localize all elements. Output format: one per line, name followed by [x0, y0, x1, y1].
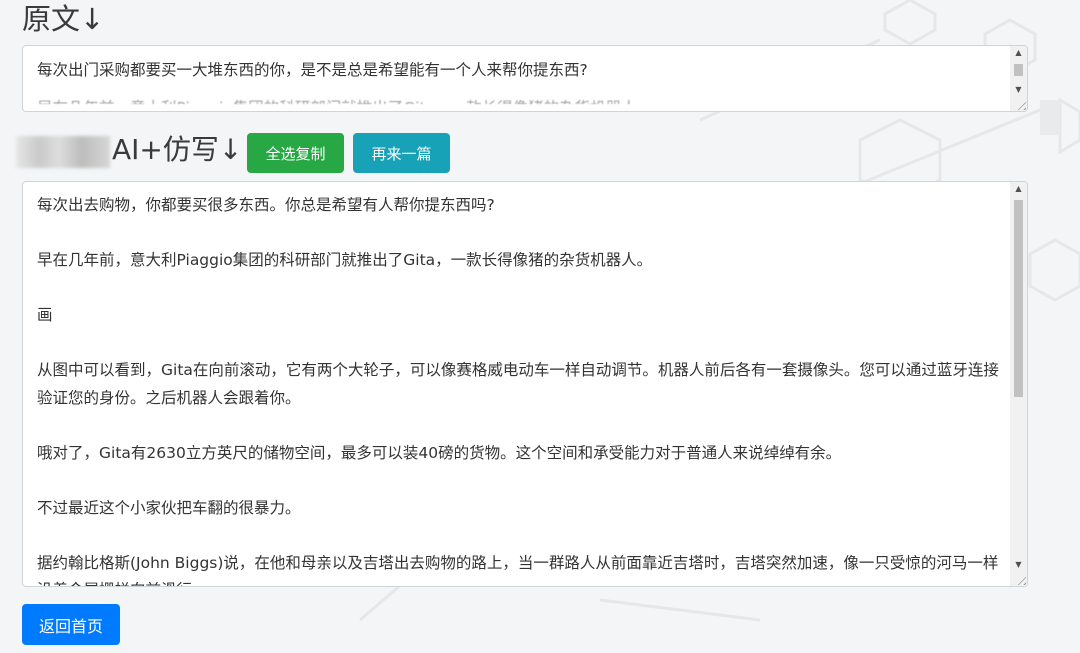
rewrite-paragraph: 每次出去购物，你都要买很多东西。你总是希望有人帮你提东西吗?: [37, 196, 495, 214]
original-textarea[interactable]: 每次出门采购都要买一大堆东西的你，是不是总是希望能有一个人来帮你提东西? 早在几…: [22, 45, 1028, 112]
rewrite-paragraph: 不过最近这个小家伙把车翻的很暴力。: [37, 498, 301, 517]
original-heading: 原文↓: [22, 2, 105, 36]
scroll-up-arrow-icon[interactable]: ▲: [1010, 46, 1027, 60]
rewrite-paragraph: 从图中可以看到，Gita在向前滚动，它有两个大轮子，可以像赛格威电动车一样自动调…: [37, 361, 999, 407]
select-all-copy-button[interactable]: 全选复制: [247, 133, 344, 173]
scroll-down-arrow-icon[interactable]: ▼: [1010, 558, 1027, 572]
rewrite-paragraph: 据约翰比格斯(John Biggs)说，在他和母亲以及吉塔出去购物的路上，当一群…: [37, 553, 999, 587]
generate-again-button[interactable]: 再来一篇: [353, 133, 450, 173]
rewrite-text: 每次出去购物，你都要买很多东西。你总是希望有人帮你提东西吗? 早在几年前，意大利P…: [37, 192, 1001, 587]
scroll-up-arrow-icon[interactable]: ▲: [1010, 182, 1027, 196]
scroll-down-arrow-icon[interactable]: ▼: [1010, 83, 1027, 97]
back-home-button[interactable]: 返回首页: [22, 604, 120, 645]
scroll-thumb[interactable]: [1014, 64, 1023, 76]
blurred-site-name: [16, 136, 110, 168]
rewrite-paragraph: 哦对了，Gita有2630立方英尺的储物空间，最多可以装40磅的货物。这个空间和…: [37, 443, 842, 462]
rewrite-textarea[interactable]: 每次出去购物，你都要买很多东西。你总是希望有人帮你提东西吗? 早在几年前，意大利P…: [22, 181, 1028, 587]
original-text: 每次出门采购都要买一大堆东西的你，是不是总是希望能有一个人来帮你提东西?: [37, 61, 588, 79]
original-text-partial: 早在几年前，意大利Piaggio集团的科研部门就推出了Gita，一款长得像猪的杂…: [37, 94, 1001, 104]
rewrite-heading: AI+仿写↓: [112, 133, 243, 166]
rewrite-scrollbar[interactable]: ▲ ▼: [1010, 182, 1027, 586]
rewrite-paragraph: 画: [37, 306, 53, 324]
rewrite-paragraph: 早在几年前，意大利Piaggio集团的科研部门就推出了Gita，一款长得像猪的杂…: [37, 251, 653, 269]
scroll-thumb[interactable]: [1014, 200, 1023, 397]
